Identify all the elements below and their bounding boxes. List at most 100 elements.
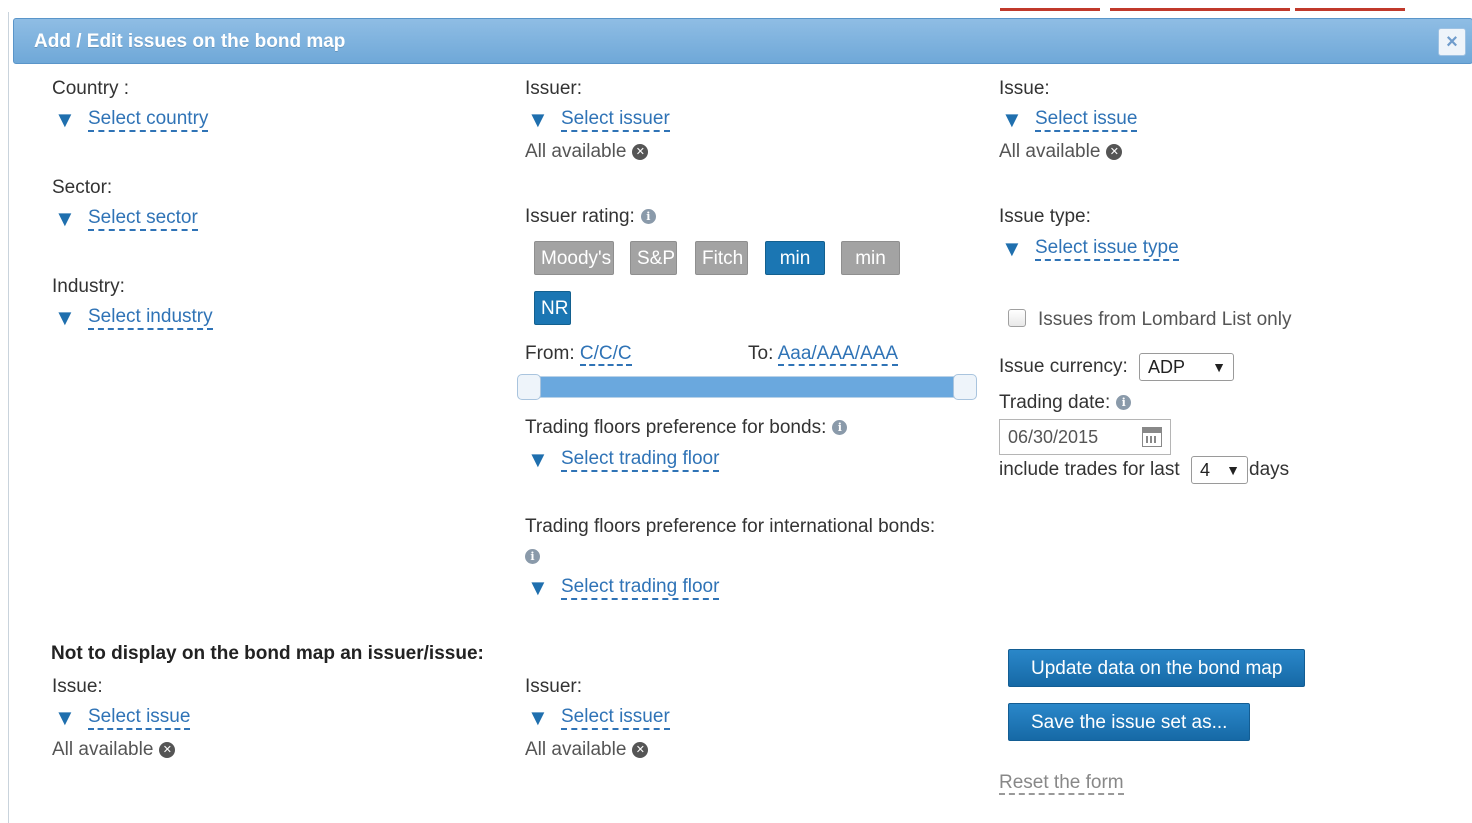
lombard-checkbox-row[interactable]: Issues from Lombard List only — [1008, 309, 1291, 331]
currency-select[interactable]: ADP ▼ — [1139, 353, 1234, 381]
industry-select[interactable]: ▼ Select industry — [54, 305, 213, 331]
clear-circle-icon[interactable]: ✕ — [632, 144, 649, 160]
chevron-down-icon: ▼ — [1226, 462, 1240, 478]
calendar-icon[interactable] — [1142, 427, 1162, 447]
reset-form-container: Reset the form — [999, 772, 1124, 795]
slider-handle-from[interactable] — [517, 374, 541, 400]
sector-select[interactable]: ▼ Select sector — [54, 207, 198, 231]
select-sector-link[interactable]: Select sector — [88, 207, 198, 231]
issue-type-select[interactable]: ▼ Select issue type — [1001, 236, 1179, 262]
days-label: days — [1249, 459, 1290, 480]
dialog-titlebar[interactable]: Add / Edit issues on the bond map × — [13, 18, 1472, 64]
exclude-issue-available: All available ✕ — [52, 739, 176, 761]
currency-value: ADP — [1148, 357, 1186, 377]
select-trading-floor-link[interactable]: Select trading floor — [561, 448, 720, 472]
lombard-checkbox[interactable] — [1008, 309, 1026, 327]
select-issue-type-link[interactable]: Select issue type — [1035, 237, 1179, 261]
triangle-down-icon: ▼ — [527, 705, 549, 731]
country-select[interactable]: ▼ Select country — [54, 107, 209, 133]
trading-date-text: Trading date: — [999, 392, 1111, 413]
close-icon: × — [1446, 31, 1458, 53]
save-issue-set-button[interactable]: Save the issue set as... — [1008, 703, 1251, 741]
days-select[interactable]: 4 ▼ — [1191, 456, 1248, 484]
from-label: From: — [525, 343, 575, 364]
dialog-title: Add / Edit issues on the bond map — [34, 31, 346, 52]
country-label: Country : — [52, 78, 130, 99]
reset-form-link[interactable]: Reset the form — [999, 772, 1124, 795]
issue-available-text: All available — [999, 141, 1101, 162]
floors-intl-label: Trading floors preference for internatio… — [525, 516, 936, 537]
triangle-down-icon: ▼ — [527, 575, 549, 601]
triangle-down-icon: ▼ — [1001, 236, 1023, 262]
triangle-down-icon: ▼ — [54, 305, 76, 331]
rating-from: From: C/C/C — [525, 343, 632, 366]
issue-available: All available ✕ — [999, 141, 1123, 163]
select-industry-link[interactable]: Select industry — [88, 306, 213, 330]
rating-button-min2[interactable]: min 2 — [841, 241, 900, 303]
triangle-down-icon: ▼ — [527, 107, 549, 133]
exclude-issue-label: Issue: — [52, 676, 103, 697]
rating-to: To: Aaa/AAA/AAA — [748, 343, 898, 366]
sector-label: Sector: — [52, 177, 113, 198]
issuer-label: Issuer: — [525, 78, 583, 99]
background-top-strip — [0, 0, 1472, 12]
issue-label: Issue: — [999, 78, 1050, 99]
issuer-select[interactable]: ▼ Select issuer — [527, 107, 670, 133]
floors-bonds-text: Trading floors preference for bonds: — [525, 417, 827, 438]
clear-circle-icon[interactable]: ✕ — [159, 742, 176, 758]
issuer-rating-text: Issuer rating: — [525, 206, 635, 227]
issue-select[interactable]: ▼ Select issue — [1001, 108, 1138, 132]
issuer-available-text: All available — [525, 141, 627, 162]
floors-intl-info: i — [519, 546, 540, 568]
exclude-issuer-available: All available ✕ — [525, 739, 649, 761]
rating-button-moodys[interactable]: Moody's — [534, 241, 614, 275]
trading-date-input[interactable]: 06/30/2015 — [999, 419, 1171, 455]
exclude-select-issuer-link[interactable]: Select issuer — [561, 706, 670, 730]
info-icon[interactable]: i — [525, 549, 540, 564]
include-trades-label: include trades for last — [999, 459, 1180, 480]
lombard-checkbox-label: Issues from Lombard List only — [1038, 309, 1292, 330]
to-value-link[interactable]: Aaa/AAA/AAA — [777, 343, 898, 366]
clear-circle-icon[interactable]: ✕ — [632, 742, 649, 758]
select-trading-floor-intl-link[interactable]: Select trading floor — [561, 576, 720, 600]
background-red-bar — [1295, 8, 1405, 11]
issuer-available: All available ✕ — [525, 141, 649, 163]
exclude-select-issue-link[interactable]: Select issue — [88, 706, 191, 730]
update-bond-map-button[interactable]: Update data on the bond map — [1008, 649, 1306, 687]
currency-label: Issue currency: — [999, 356, 1128, 377]
triangle-down-icon: ▼ — [527, 447, 549, 473]
exclude-issue-select[interactable]: ▼ Select issue — [54, 705, 191, 731]
background-red-bar — [1110, 8, 1290, 11]
select-issuer-link[interactable]: Select issuer — [561, 108, 670, 132]
to-label: To: — [748, 343, 774, 364]
days-value: 4 — [1200, 460, 1211, 480]
info-icon[interactable]: i — [640, 209, 656, 224]
floors-intl-select[interactable]: ▼ Select trading floor — [527, 575, 720, 601]
select-country-link[interactable]: Select country — [88, 108, 209, 132]
clear-circle-icon[interactable]: ✕ — [1106, 144, 1123, 160]
triangle-down-icon: ▼ — [54, 107, 76, 133]
close-button[interactable]: × — [1438, 28, 1466, 56]
rating-button-min1[interactable]: min 1 — [765, 241, 825, 303]
info-icon[interactable]: i — [1116, 395, 1132, 410]
rating-button-sp[interactable]: S&P — [630, 241, 677, 275]
issuer-rating-label: Issuer rating: i — [525, 206, 656, 228]
exclude-issuer-select[interactable]: ▼ Select issuer — [527, 705, 670, 731]
exclude-heading: Not to display on the bond map an issuer… — [51, 643, 484, 664]
slider-handle-to[interactable] — [953, 374, 977, 400]
select-issue-link[interactable]: Select issue — [1035, 108, 1138, 132]
info-icon[interactable]: i — [832, 420, 848, 435]
floors-bonds-select[interactable]: ▼ Select trading floor — [527, 447, 720, 473]
exclude-issuer-available-text: All available — [525, 739, 627, 760]
rating-range-slider[interactable] — [517, 374, 977, 400]
rating-button-fitch[interactable]: Fitch — [695, 241, 748, 275]
trading-date-value: 06/30/2015 — [1008, 427, 1099, 447]
triangle-down-icon: ▼ — [54, 705, 76, 731]
issue-type-label: Issue type: — [999, 206, 1091, 227]
exclude-issuer-label: Issuer: — [525, 676, 583, 697]
background-red-bar — [1000, 8, 1100, 11]
exclude-issue-available-text: All available — [52, 739, 154, 760]
rating-button-nr[interactable]: NR — [534, 291, 571, 325]
floors-bonds-label: Trading floors preference for bonds: i — [525, 417, 848, 439]
from-value-link[interactable]: C/C/C — [579, 343, 632, 366]
